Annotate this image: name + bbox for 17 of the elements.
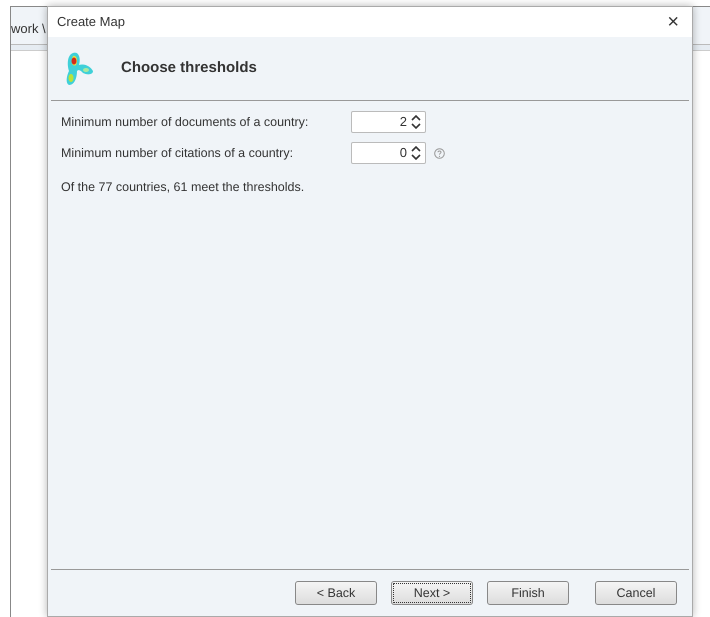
dialog-button[interactable]: Next > xyxy=(391,581,473,605)
window-title: Create Map xyxy=(57,13,125,32)
header-title: Choose thresholds xyxy=(121,58,257,78)
dialog-button[interactable]: Finish xyxy=(487,581,569,605)
number-spinner[interactable]: 2 xyxy=(351,111,426,133)
help-icon[interactable] xyxy=(434,148,445,158)
spinner-arrows-icon[interactable] xyxy=(411,146,421,160)
spinner-arrows-icon[interactable] xyxy=(411,115,421,129)
number-spinner[interactable]: 0 xyxy=(351,142,426,164)
heatmap-icon xyxy=(65,50,95,86)
close-button[interactable]: × xyxy=(663,12,683,32)
tab-label[interactable]: work \ xyxy=(11,18,46,38)
dialog-button[interactable]: < Back xyxy=(295,581,377,605)
field-label: Minimum number of citations of a country: xyxy=(61,144,294,162)
summary-text: Of the 77 countries, 61 meet the thresholds. xyxy=(61,179,306,196)
field-label: Minimum number of documents of a country: xyxy=(61,114,310,131)
dialog-button[interactable]: Cancel xyxy=(595,581,677,605)
